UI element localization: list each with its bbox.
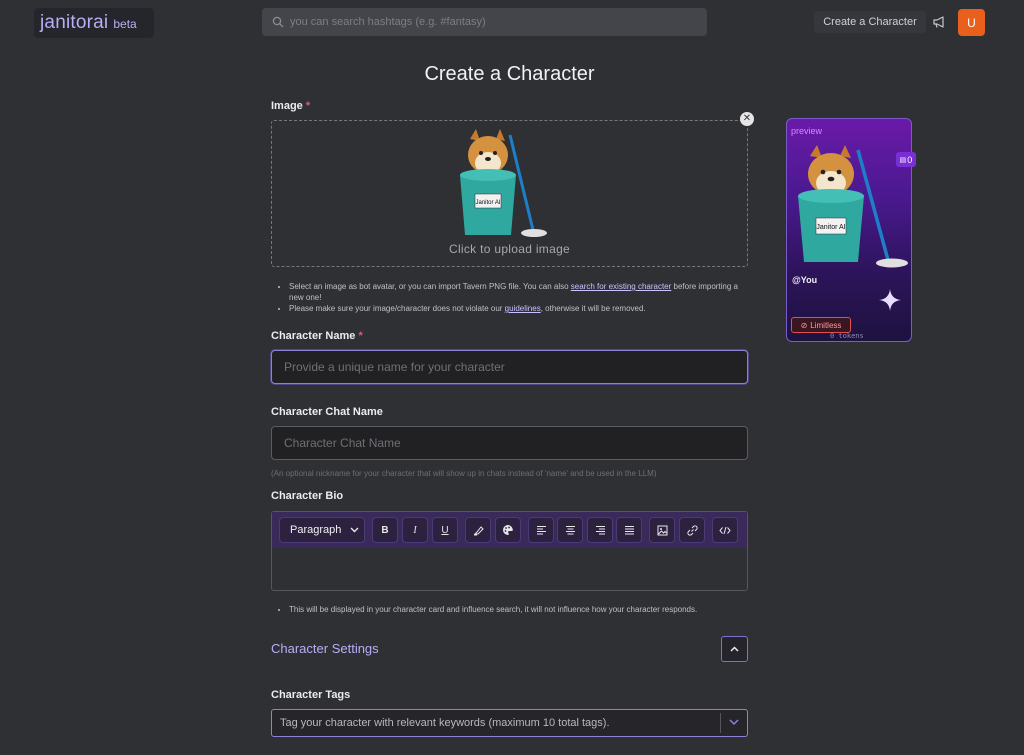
highlighter-icon xyxy=(473,525,484,535)
image-label: Image * xyxy=(271,100,310,112)
tags-select[interactable]: Tag your character with relevant keyword… xyxy=(271,709,748,737)
user-avatar[interactable]: U xyxy=(958,9,985,36)
required-mark: * xyxy=(305,100,311,112)
logo[interactable]: janitorai beta xyxy=(34,8,154,38)
image-hint-1-prefix: Select an image as bot avatar, or you ca… xyxy=(289,282,571,291)
bio-hint: This will be displayed in your character… xyxy=(279,605,749,617)
chat-name-input[interactable] xyxy=(284,436,724,450)
align-center-icon xyxy=(565,526,575,535)
sparkle-icon xyxy=(879,289,901,311)
italic-button[interactable]: I xyxy=(402,517,428,543)
align-left-button[interactable] xyxy=(528,517,554,543)
guidelines-link[interactable]: guidelines xyxy=(505,304,541,313)
clear-image-button[interactable]: ✕ xyxy=(740,112,754,126)
character-name-label-text: Character Name xyxy=(271,330,356,342)
link-icon xyxy=(686,524,698,536)
align-right-button[interactable] xyxy=(587,517,613,543)
align-center-button[interactable] xyxy=(557,517,583,543)
character-name-label: Character Name * xyxy=(271,330,363,342)
code-icon xyxy=(719,526,731,534)
limitless-label: Limitless xyxy=(810,320,842,330)
underline-button[interactable]: U xyxy=(432,517,458,543)
chevron-down-icon[interactable] xyxy=(726,715,742,729)
code-button[interactable] xyxy=(712,517,738,543)
align-justify-icon xyxy=(624,526,634,535)
tags-separator xyxy=(720,713,721,733)
chat-name-label: Character Chat Name xyxy=(271,406,383,418)
search-bar[interactable] xyxy=(262,8,707,36)
logo-beta-badge: beta xyxy=(113,17,137,31)
chat-name-note: (An optional nickname for your character… xyxy=(271,469,657,478)
create-character-link[interactable]: Create a Character xyxy=(814,11,926,33)
block-icon: ⊘ xyxy=(800,320,808,330)
tags-placeholder: Tag your character with relevant keyword… xyxy=(280,717,610,729)
image-hint-2-suffix: , otherwise it will be removed. xyxy=(540,304,646,313)
align-left-icon xyxy=(536,526,546,535)
character-name-field[interactable] xyxy=(271,350,748,384)
italic-label: I xyxy=(413,524,417,536)
close-icon: ✕ xyxy=(742,113,752,124)
image-icon xyxy=(657,525,667,535)
token-count: 0 tokens xyxy=(830,332,864,340)
insert-image-button[interactable] xyxy=(649,517,675,543)
character-image: Janitor AI xyxy=(460,129,547,237)
bucket-label: Janitor AI xyxy=(475,200,500,206)
character-settings-title[interactable]: Character Settings xyxy=(271,641,379,656)
image-hints: Select an image as bot avatar, or you ca… xyxy=(279,282,749,316)
logo-text: janitorai xyxy=(40,12,109,33)
underline-label: U xyxy=(441,524,449,536)
image-label-text: Image xyxy=(271,100,303,112)
insert-link-button[interactable] xyxy=(679,517,705,543)
search-input[interactable] xyxy=(290,16,680,28)
paragraph-select[interactable]: Paragraph xyxy=(279,517,365,543)
megaphone-icon[interactable] xyxy=(930,12,950,32)
preview-username: @You xyxy=(792,275,818,285)
chevron-up-icon xyxy=(730,646,739,652)
character-name-input[interactable] xyxy=(284,360,724,374)
color-button[interactable] xyxy=(495,517,521,543)
align-right-icon xyxy=(595,526,605,535)
align-justify-button[interactable] xyxy=(616,517,642,543)
preview-bucket-label: Janitor AI xyxy=(816,224,845,231)
bio-hint-item: This will be displayed in your character… xyxy=(289,605,749,616)
preview-tag: preview xyxy=(791,126,823,136)
settings-collapse-button[interactable] xyxy=(721,636,748,662)
page-title: Create a Character xyxy=(424,63,595,85)
image-hint-1: Select an image as bot avatar, or you ca… xyxy=(289,282,749,303)
character-bio-label: Character Bio xyxy=(271,490,344,502)
chat-name-field[interactable] xyxy=(271,426,748,460)
limitless-badge: ⊘ Limitless xyxy=(791,317,851,333)
required-mark: * xyxy=(358,330,363,342)
preview-character-image: Janitor AI xyxy=(798,145,908,268)
character-tags-label: Character Tags xyxy=(271,689,351,701)
bold-label: B xyxy=(381,524,389,536)
bold-button[interactable]: B xyxy=(372,517,398,543)
highlight-button[interactable] xyxy=(465,517,491,543)
search-existing-link[interactable]: search for existing character xyxy=(571,282,672,291)
image-hint-2: Please make sure your image/character do… xyxy=(289,304,749,315)
image-hint-2-prefix: Please make sure your image/character do… xyxy=(289,304,505,313)
search-icon xyxy=(272,16,284,28)
paragraph-select-label: Paragraph xyxy=(290,524,342,536)
chevron-down-icon xyxy=(350,527,359,533)
palette-icon xyxy=(503,525,513,535)
upload-text[interactable]: Click to upload image xyxy=(271,242,748,256)
